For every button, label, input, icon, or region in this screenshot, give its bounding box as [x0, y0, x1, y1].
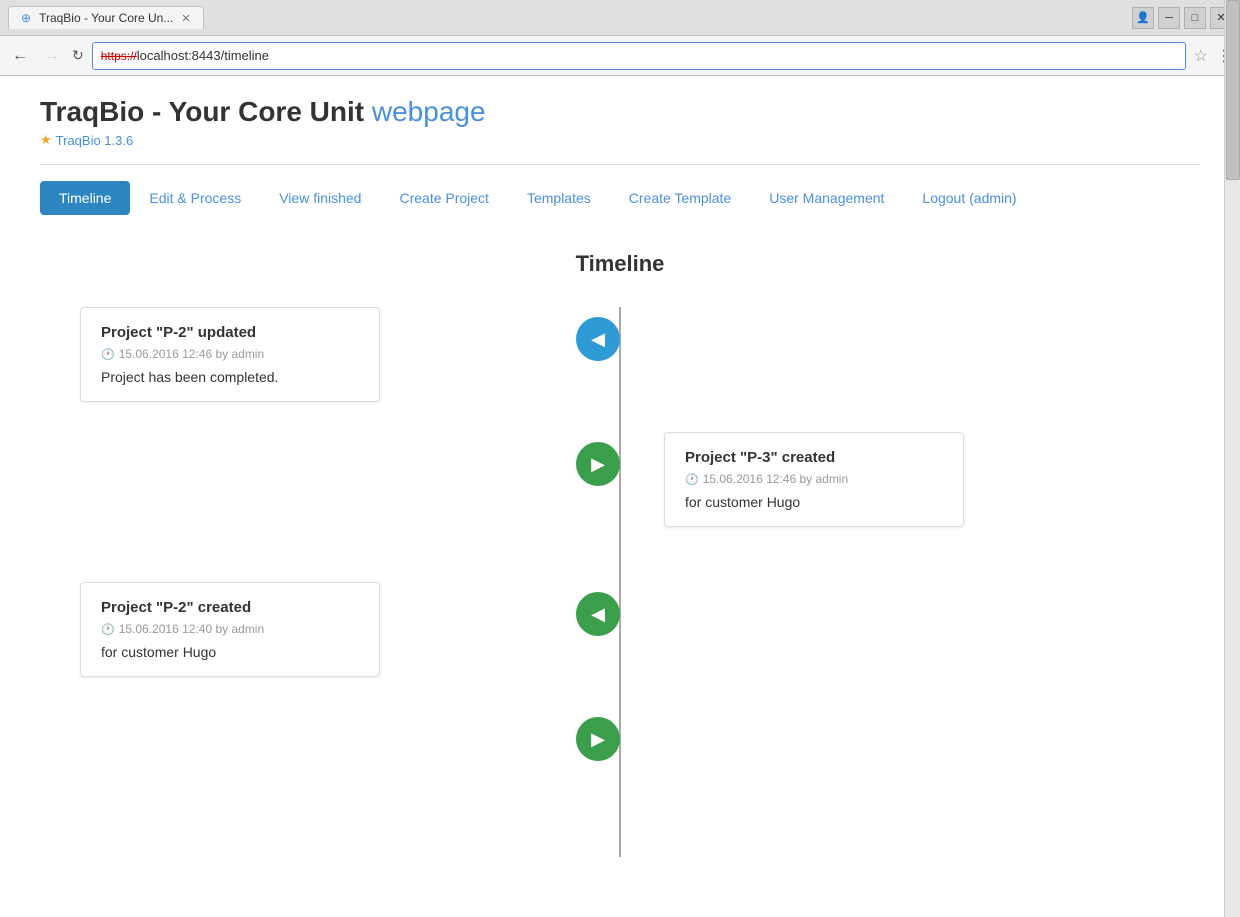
- maximize-button[interactable]: □: [1184, 7, 1206, 29]
- forward-button[interactable]: →: [40, 47, 64, 65]
- timeline-card-title: Project "P-3" created: [685, 449, 943, 466]
- bookmark-button[interactable]: ☆: [1194, 46, 1208, 66]
- timeline-card-meta: 15.06.2016 12:40 by admin: [101, 622, 359, 636]
- timeline-card-title: Project "P-2" updated: [101, 324, 359, 341]
- timeline-card-meta-text: 15.06.2016 12:40 by admin: [119, 622, 264, 636]
- timeline-icon-2: ▶: [576, 442, 620, 486]
- url-bar[interactable]: https:// localhost:8443/timeline: [92, 42, 1186, 70]
- back-button[interactable]: ←: [8, 47, 32, 65]
- page-title: TraqBio - Your Core Unit webpage: [40, 96, 1200, 128]
- timeline-item: ▶ Project "P-1" created 15.06.2016 12:40…: [40, 707, 1200, 807]
- window-controls: 👤 ─ □ ✕: [1132, 7, 1232, 29]
- page-content: TraqBio - Your Core Unit webpage ★ TraqB…: [0, 76, 1240, 917]
- timeline: Project "P-2" updated 15.06.2016 12:46 b…: [40, 307, 1200, 857]
- page-title-main: TraqBio - Your Core Unit: [40, 96, 364, 127]
- nav-item-timeline[interactable]: Timeline: [40, 181, 130, 215]
- timeline-card-body: for customer Hugo: [101, 644, 359, 660]
- timeline-card-title: Project "P-2" created: [101, 599, 359, 616]
- minimize-button[interactable]: ─: [1158, 7, 1180, 29]
- timeline-icon-1: ◀: [576, 317, 620, 361]
- clock-icon: [101, 622, 115, 636]
- timeline-section: Timeline Project "P-2" updated 15.06.201…: [40, 231, 1200, 877]
- star-icon: ★: [40, 132, 52, 148]
- timeline-item: Project "P-2" created 15.06.2016 12:40 b…: [40, 582, 1200, 677]
- nav-item-view-finished[interactable]: View finished: [260, 181, 380, 215]
- scrollbar[interactable]: [1224, 0, 1240, 917]
- timeline-card: Project "P-2" updated 15.06.2016 12:46 b…: [80, 307, 380, 402]
- timeline-item: Project "P-2" updated 15.06.2016 12:46 b…: [40, 307, 1200, 402]
- timeline-card-body: Project has been completed.: [101, 369, 359, 385]
- tab-close-button[interactable]: ✕: [181, 12, 190, 25]
- reload-button[interactable]: ↻: [72, 47, 84, 64]
- timeline-card-meta-text: 15.06.2016 12:46 by admin: [119, 347, 264, 361]
- timeline-heading: Timeline: [40, 251, 1200, 277]
- timeline-card-body: for customer Hugo: [685, 494, 943, 510]
- scrollbar-thumb[interactable]: [1226, 0, 1240, 180]
- version-label: TraqBio 1.3.6: [56, 133, 134, 148]
- tab-title: TraqBio - Your Core Un...: [39, 11, 173, 25]
- timeline-icon-4: ▶: [576, 717, 620, 761]
- version-badge: ★ TraqBio 1.3.6: [40, 132, 1200, 148]
- timeline-icon-3: ◀: [576, 592, 620, 636]
- timeline-card-meta: 15.06.2016 12:46 by admin: [101, 347, 359, 361]
- timeline-card-meta-text: 15.06.2016 12:46 by admin: [703, 472, 848, 486]
- browser-tab[interactable]: ⊕ TraqBio - Your Core Un... ✕: [8, 6, 204, 29]
- timeline-card: Project "P-3" created 15.06.2016 12:46 b…: [664, 432, 964, 527]
- main-navigation: Timeline Edit & Process View finished Cr…: [40, 181, 1200, 215]
- timeline-card: Project "P-2" created 15.06.2016 12:40 b…: [80, 582, 380, 677]
- clock-icon: [685, 472, 699, 486]
- page-header: TraqBio - Your Core Unit webpage ★ TraqB…: [40, 96, 1200, 165]
- timeline-item: ▶ Project "P-3" created 15.06.2016 12:46…: [40, 432, 1200, 552]
- nav-item-templates[interactable]: Templates: [508, 181, 610, 215]
- nav-item-user-management[interactable]: User Management: [750, 181, 903, 215]
- tab-icon: ⊕: [21, 11, 31, 25]
- user-account-button[interactable]: 👤: [1132, 7, 1154, 29]
- nav-item-create-project[interactable]: Create Project: [380, 181, 507, 215]
- title-bar: ⊕ TraqBio - Your Core Un... ✕ 👤 ─ □ ✕: [0, 0, 1240, 36]
- nav-item-logout[interactable]: Logout (admin): [903, 181, 1035, 215]
- nav-item-create-template[interactable]: Create Template: [610, 181, 750, 215]
- browser-window: ⊕ TraqBio - Your Core Un... ✕ 👤 ─ □ ✕ ← …: [0, 0, 1240, 917]
- url-secure-indicator: https://: [101, 49, 137, 63]
- timeline-card-meta: 15.06.2016 12:46 by admin: [685, 472, 943, 486]
- clock-icon: [101, 347, 115, 361]
- nav-item-edit-process[interactable]: Edit & Process: [130, 181, 260, 215]
- page-title-sub: webpage: [372, 96, 486, 127]
- address-bar: ← → ↻ https:// localhost:8443/timeline ☆…: [0, 36, 1240, 76]
- url-text: localhost:8443/timeline: [137, 48, 269, 63]
